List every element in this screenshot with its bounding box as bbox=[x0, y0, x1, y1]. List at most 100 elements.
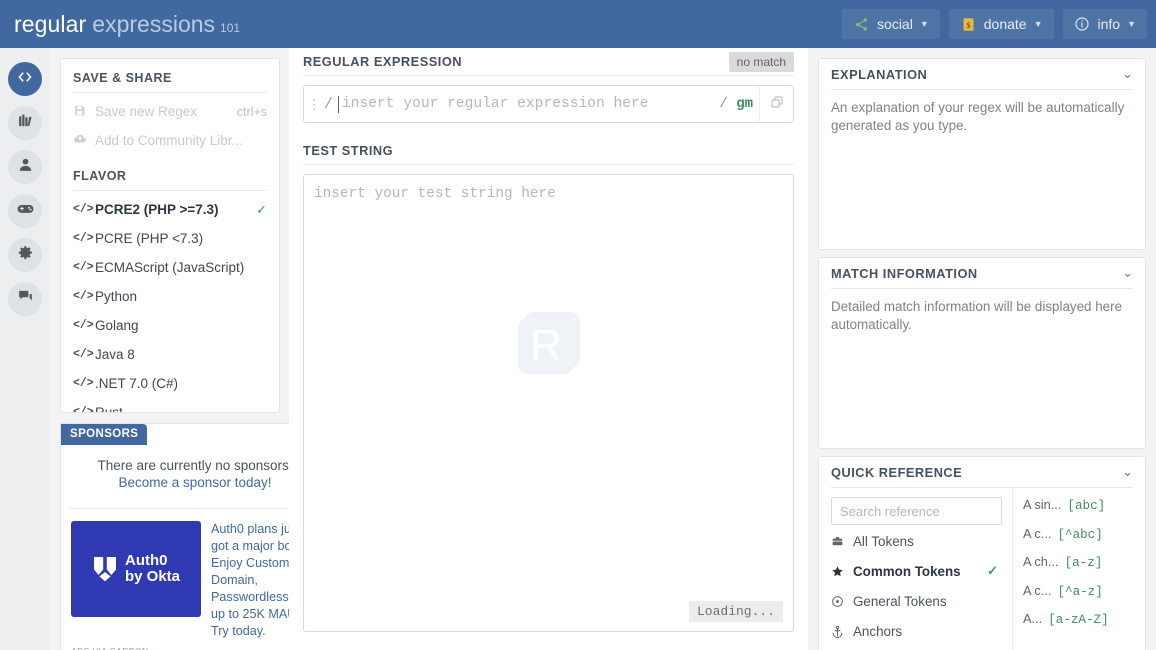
qr-category-all-tokens[interactable]: All Tokens bbox=[831, 527, 1002, 555]
quick-reference-card: QUICK REFERENCE ⌄ All Tokens bbox=[818, 456, 1146, 650]
match-information-title: MATCH INFORMATION bbox=[831, 265, 978, 281]
menu-card: SAVE & SHARE Save new Regex ctrl+s Add t… bbox=[60, 58, 280, 413]
qr-category-general-tokens[interactable]: General Tokens bbox=[831, 587, 1002, 615]
code-icon: </> bbox=[73, 406, 94, 413]
flavor-label: Python bbox=[95, 289, 138, 304]
rail-item-quiz[interactable] bbox=[8, 194, 42, 228]
qr-category-label: General Tokens bbox=[853, 593, 947, 609]
right-panel: EXPLANATION ⌄ An explanation of your reg… bbox=[808, 48, 1156, 650]
flavor-label: .NET 7.0 (C#) bbox=[95, 376, 179, 391]
qr-token-row[interactable]: A ch... [a-z] bbox=[1023, 554, 1139, 583]
add-to-community-item[interactable]: Add to Community Libr... bbox=[61, 126, 279, 155]
chevron-down-icon: ▼ bbox=[919, 19, 929, 29]
qr-token-desc: A c... bbox=[1023, 525, 1052, 541]
flavor-item-golang[interactable]: </> Golang bbox=[61, 311, 279, 340]
flavor-label: ECMAScript (JavaScript) bbox=[95, 260, 245, 275]
chevron-down-icon[interactable]: ⌄ bbox=[1122, 464, 1133, 480]
save-new-regex-label: Save new Regex bbox=[95, 104, 198, 119]
qr-token-row[interactable]: A c... [^abc] bbox=[1023, 526, 1139, 555]
toolbox-icon bbox=[831, 535, 853, 548]
quick-reference-tokens: A sin... [abc] A c... [^abc] A ch... [a-… bbox=[1013, 488, 1145, 650]
flavor-item-dotnet[interactable]: </> .NET 7.0 (C#) bbox=[61, 369, 279, 398]
star-icon bbox=[831, 565, 853, 578]
regex-close-delimiter: / bbox=[719, 96, 728, 112]
match-information-card: MATCH INFORMATION ⌄ Detailed match infor… bbox=[818, 257, 1146, 449]
explanation-title: EXPLANATION bbox=[831, 66, 928, 82]
chevron-down-icon: ▼ bbox=[1033, 19, 1043, 29]
left-icon-rail bbox=[0, 48, 50, 650]
qr-token-row[interactable]: A... [a-zA-Z] bbox=[1023, 611, 1139, 640]
gamepad-icon bbox=[16, 199, 35, 223]
anchor-icon bbox=[831, 625, 853, 638]
svg-text:$: $ bbox=[966, 19, 971, 29]
qr-category-label: All Tokens bbox=[853, 533, 914, 549]
auth0-mark-icon bbox=[92, 555, 118, 583]
test-string-panel-header: TEST STRING bbox=[303, 137, 794, 165]
become-sponsor-link[interactable]: Become a sponsor today! bbox=[75, 475, 315, 490]
divider bbox=[73, 92, 267, 93]
flavor-label: Golang bbox=[95, 318, 139, 333]
library-icon bbox=[17, 112, 34, 134]
chevron-down-icon[interactable]: ⌄ bbox=[1122, 265, 1133, 281]
quick-reference-body: All Tokens Common Tokens ✓ bbox=[819, 488, 1145, 650]
dollar-icon: $ bbox=[960, 16, 977, 33]
site-logo[interactable]: regular expressions 101 bbox=[14, 11, 240, 38]
sponsors-tab-label: SPONSORS bbox=[61, 424, 148, 445]
qr-token-row[interactable]: A c... [^a-z] bbox=[1023, 583, 1139, 612]
chevron-down-icon: ▼ bbox=[1127, 19, 1136, 29]
qr-token-code: [^abc] bbox=[1057, 527, 1103, 542]
search-reference-input[interactable] bbox=[831, 497, 1002, 525]
flavor-item-pcre[interactable]: </> PCRE (PHP <7.3) bbox=[61, 224, 279, 253]
regex-input-box[interactable]: ⋮ / insert your regular expression here … bbox=[303, 85, 794, 123]
flavor-item-python[interactable]: </> Python bbox=[61, 282, 279, 311]
flavor-item-java8[interactable]: </> Java 8 bbox=[61, 340, 279, 369]
topnav-donate[interactable]: $ donate ▼ bbox=[948, 9, 1054, 39]
logo-word-regular: regular bbox=[14, 10, 87, 37]
qr-token-code: [abc] bbox=[1067, 499, 1106, 513]
rail-item-feedback[interactable] bbox=[8, 282, 42, 316]
code-icon: </> bbox=[73, 377, 94, 390]
regex101-watermark-logo: R bbox=[514, 308, 584, 378]
flavor-item-pcre2[interactable]: </> PCRE2 (PHP >=7.3) ✓ bbox=[61, 195, 279, 224]
topnav-info[interactable]: info ▼ bbox=[1062, 9, 1147, 39]
share-icon bbox=[853, 16, 870, 33]
qr-token-code: [^a-z] bbox=[1057, 584, 1103, 599]
copy-regex-button[interactable] bbox=[759, 86, 793, 122]
left-panel: SAVE & SHARE Save new Regex ctrl+s Add t… bbox=[50, 48, 330, 650]
save-new-regex-item[interactable]: Save new Regex ctrl+s bbox=[61, 97, 279, 126]
logo-word-expressions: expressions bbox=[92, 10, 216, 37]
rail-item-account[interactable] bbox=[8, 150, 42, 184]
qr-token-desc: A... bbox=[1023, 611, 1043, 626]
quick-reference-categories: All Tokens Common Tokens ✓ bbox=[819, 488, 1013, 650]
code-icon: </> bbox=[73, 203, 94, 216]
auth0-line2: by Okta bbox=[124, 568, 181, 585]
test-string-input[interactable]: insert your test string here R Loading..… bbox=[303, 174, 794, 632]
rail-item-settings[interactable] bbox=[8, 238, 42, 272]
qr-category-common-tokens[interactable]: Common Tokens ✓ bbox=[831, 557, 1002, 585]
code-icon bbox=[16, 68, 34, 91]
regex-options-menu-icon[interactable]: ⋮ bbox=[304, 98, 324, 111]
gear-icon bbox=[17, 244, 34, 266]
rail-item-library[interactable] bbox=[8, 106, 42, 140]
regex-input-placeholder[interactable]: insert your regular expression here bbox=[340, 96, 719, 112]
flavor-item-rust[interactable]: </> Rust bbox=[61, 398, 279, 413]
regex-flags[interactable]: / gm bbox=[719, 96, 759, 112]
topnav-social[interactable]: social ▼ bbox=[842, 9, 940, 39]
rail-item-editor[interactable] bbox=[8, 62, 42, 96]
explanation-body: An explanation of your regex will be aut… bbox=[831, 100, 1125, 133]
code-icon: </> bbox=[73, 290, 94, 303]
quick-reference-title: QUICK REFERENCE bbox=[831, 464, 963, 480]
qr-category-anchors[interactable]: Anchors bbox=[831, 617, 1002, 645]
flavor-item-ecmascript[interactable]: </> ECMAScript (JavaScript) bbox=[61, 253, 279, 282]
save-new-regex-shortcut: ctrl+s bbox=[236, 104, 267, 119]
chevron-down-icon[interactable]: ⌄ bbox=[1122, 66, 1133, 82]
check-icon: ✓ bbox=[256, 201, 267, 217]
qr-token-desc: A c... bbox=[1023, 582, 1052, 598]
flavor-label: PCRE2 (PHP >=7.3) bbox=[95, 202, 219, 217]
qr-token-row[interactable]: A sin... [abc] bbox=[1023, 497, 1139, 526]
auth0-logo: Auth0 by Okta bbox=[71, 521, 201, 617]
qr-category-label: Anchors bbox=[853, 623, 903, 639]
auth0-logo-text: Auth0 by Okta bbox=[125, 553, 180, 585]
match-information-body: Detailed match information will be displ… bbox=[831, 299, 1123, 332]
flavor-title: FLAVOR bbox=[73, 169, 127, 183]
